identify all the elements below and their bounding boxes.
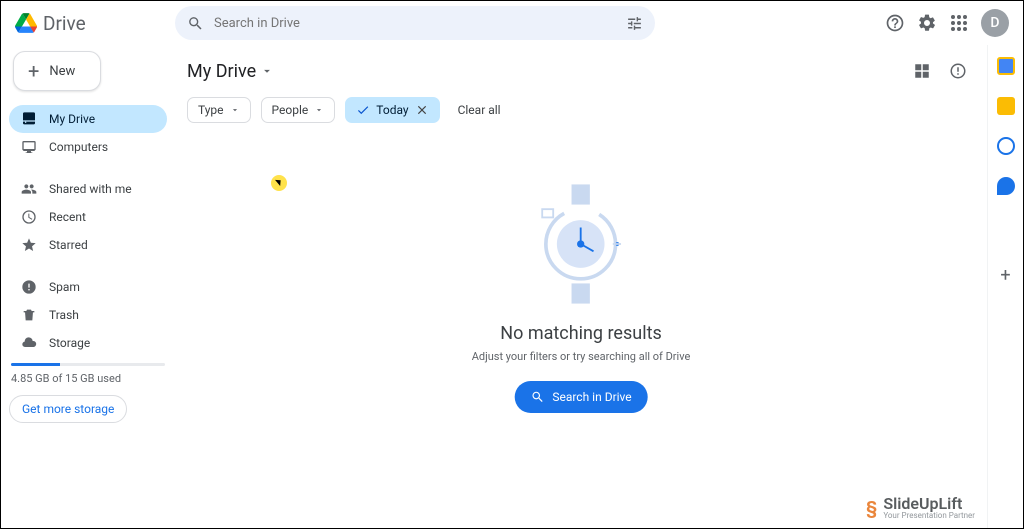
logo-area[interactable]: Drive: [9, 12, 175, 35]
storage-text: 4.85 GB of 15 GB used: [11, 372, 165, 385]
sidebar-item-label: My Drive: [49, 112, 95, 126]
sidebar-item-spam[interactable]: Spam: [9, 273, 167, 301]
button-label: Search in Drive: [552, 390, 631, 404]
caret-down-icon: [230, 105, 240, 115]
watermark-logo-icon: §: [866, 498, 877, 519]
top-icons: D: [885, 9, 1015, 37]
caret-down-icon: [314, 105, 324, 115]
new-button[interactable]: + New: [13, 51, 101, 91]
search-input[interactable]: [214, 16, 616, 31]
new-label: New: [49, 64, 75, 79]
keep-icon[interactable]: [997, 97, 1015, 115]
sidebar-item-my-drive[interactable]: My Drive: [9, 105, 167, 133]
check-icon: [356, 103, 370, 117]
my-drive-icon: [21, 111, 37, 127]
sidebar-item-label: Starred: [49, 238, 88, 252]
computers-icon: [21, 139, 37, 155]
watermark-name: SlideUpLift: [883, 496, 975, 512]
sidebar-item-label: Trash: [49, 308, 79, 322]
chip-label: Today: [376, 103, 408, 117]
storage-bar: [11, 363, 165, 366]
recent-icon: [21, 209, 37, 225]
breadcrumb-label: My Drive: [187, 61, 256, 82]
sidebar-item-label: Spam: [49, 280, 80, 294]
caret-down-icon: [260, 64, 274, 78]
spam-icon: [21, 279, 37, 295]
search-icon: [187, 15, 204, 32]
main-area: My Drive Type People Today: [175, 45, 987, 528]
empty-illustration: [526, 179, 636, 309]
help-icon[interactable]: [885, 13, 905, 33]
sidebar-item-storage[interactable]: Storage: [9, 329, 167, 357]
filter-bar: Type People Today Clear all: [187, 97, 967, 123]
sidebar-item-shared[interactable]: Shared with me: [9, 175, 167, 203]
grid-view-icon[interactable]: [913, 62, 931, 80]
chip-label: People: [272, 103, 309, 117]
addons-plus-icon[interactable]: +: [1000, 265, 1010, 286]
sidebar-item-trash[interactable]: Trash: [9, 301, 167, 329]
info-icon[interactable]: [949, 62, 967, 80]
close-icon[interactable]: [415, 103, 429, 117]
sidebar-item-computers[interactable]: Computers: [9, 133, 167, 161]
cloud-icon: [21, 335, 37, 351]
filter-modified[interactable]: Today: [345, 97, 439, 123]
sidebar-item-label: Storage: [49, 336, 90, 350]
get-storage-button[interactable]: Get more storage: [9, 395, 127, 423]
apps-icon[interactable]: [949, 13, 969, 33]
search-in-drive-button[interactable]: Search in Drive: [514, 381, 647, 413]
shared-icon: [21, 181, 37, 197]
drive-logo-icon: [15, 12, 37, 34]
breadcrumb[interactable]: My Drive: [187, 61, 274, 82]
sidebar-item-label: Shared with me: [49, 182, 132, 196]
top-bar: Drive D: [1, 1, 1023, 45]
avatar[interactable]: D: [981, 9, 1009, 37]
search-box[interactable]: [175, 6, 655, 40]
gear-icon[interactable]: [917, 13, 937, 33]
empty-state: No matching results Adjust your filters …: [472, 179, 691, 413]
empty-title: No matching results: [500, 323, 662, 344]
watermark: § SlideUpLift Your Presentation Partner: [866, 496, 975, 520]
filter-type[interactable]: Type: [187, 97, 251, 123]
sidebar-item-recent[interactable]: Recent: [9, 203, 167, 231]
star-icon: [21, 237, 37, 253]
right-rail: +: [987, 45, 1023, 528]
main-header: My Drive: [187, 53, 967, 89]
watermark-tag: Your Presentation Partner: [883, 512, 975, 520]
tune-icon[interactable]: [626, 15, 643, 32]
sidebar: + New My Drive Computers Shared with me …: [1, 45, 175, 528]
search-icon: [530, 390, 544, 404]
contacts-icon[interactable]: [997, 177, 1015, 195]
calendar-icon[interactable]: [997, 57, 1015, 75]
sidebar-item-starred[interactable]: Starred: [9, 231, 167, 259]
filter-people[interactable]: People: [261, 97, 336, 123]
cursor-indicator: [271, 175, 287, 191]
tasks-icon[interactable]: [997, 137, 1015, 155]
sidebar-item-label: Recent: [49, 210, 86, 224]
trash-icon: [21, 307, 37, 323]
product-name: Drive: [43, 12, 86, 35]
clear-all[interactable]: Clear all: [458, 103, 501, 117]
chip-label: Type: [198, 103, 224, 117]
empty-subtitle: Adjust your filters or try searching all…: [472, 350, 691, 363]
sidebar-item-label: Computers: [49, 140, 108, 154]
